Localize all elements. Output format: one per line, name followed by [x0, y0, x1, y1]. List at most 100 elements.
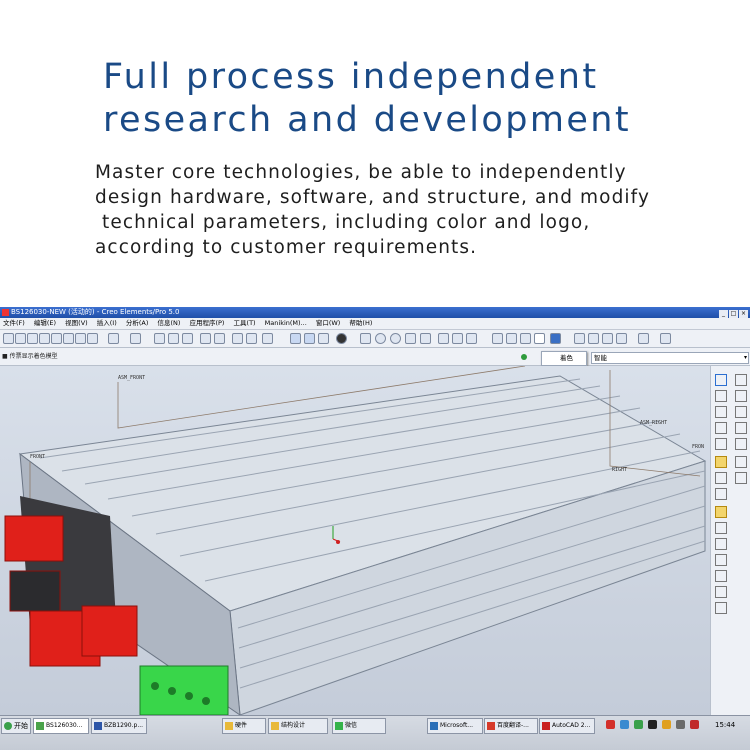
reorient-icon[interactable]	[420, 333, 431, 344]
graphics-viewport[interactable]: ASM_FRONT FRONT RIGHT ASM_RIGHT FRON	[0, 366, 710, 715]
taskbar-item-creo[interactable]: BS126030...	[33, 718, 89, 734]
taskbar-item-wechat[interactable]: 微信	[332, 718, 386, 734]
chamfer-icon[interactable]	[715, 586, 727, 598]
taskbar-item-autocad[interactable]: AutoCAD 2...	[539, 718, 595, 734]
shading-icon[interactable]	[534, 333, 545, 344]
taskbar-item-structure-design[interactable]: 结构设计	[268, 718, 328, 734]
axis-icon[interactable]	[715, 438, 727, 450]
email-icon[interactable]	[51, 333, 62, 344]
tray-update-icon[interactable]	[690, 720, 699, 729]
regenerate-icon[interactable]	[214, 333, 225, 344]
menu-file[interactable]: 文件(F)	[3, 319, 25, 327]
menu-analysis[interactable]: 分析(A)	[126, 319, 149, 327]
csys-display-icon[interactable]	[616, 333, 627, 344]
tray-input-icon[interactable]	[662, 720, 671, 729]
annotation-display-icon[interactable]	[638, 333, 649, 344]
datum-plane-icon[interactable]	[715, 390, 727, 402]
paste-icon[interactable]	[182, 333, 193, 344]
datum-planes-icon[interactable]	[574, 333, 585, 344]
hole-icon[interactable]	[715, 488, 727, 500]
view-manager-icon[interactable]	[466, 333, 477, 344]
refit-icon[interactable]	[405, 333, 416, 344]
package-icon[interactable]	[715, 472, 727, 484]
blend-icon[interactable]	[715, 554, 727, 566]
zoom-out-icon[interactable]	[390, 333, 401, 344]
orient-mode-icon[interactable]	[318, 333, 329, 344]
extrude-icon[interactable]	[715, 506, 727, 518]
layers-icon[interactable]	[452, 333, 463, 344]
datum-point-icon[interactable]	[735, 374, 747, 386]
menu-window[interactable]: 窗口(W)	[316, 319, 341, 327]
menu-tools[interactable]: 工具(T)	[234, 319, 256, 327]
start-button[interactable]: 开始	[1, 718, 31, 734]
menu-applications[interactable]: 应用程序(P)	[189, 319, 224, 327]
create-component-icon[interactable]	[735, 456, 747, 468]
print-preview-icon[interactable]	[63, 333, 74, 344]
point-display-icon[interactable]	[602, 333, 613, 344]
tray-antivirus-icon[interactable]	[606, 720, 615, 729]
select-mode-icon[interactable]	[262, 333, 273, 344]
print-icon[interactable]	[39, 333, 50, 344]
menu-edit[interactable]: 编辑(E)	[34, 319, 56, 327]
save-icon[interactable]	[27, 333, 38, 344]
context-help-icon[interactable]	[660, 333, 671, 344]
tray-volume-icon[interactable]	[676, 720, 685, 729]
datum-axes-icon[interactable]	[588, 333, 599, 344]
display-style-icon[interactable]	[336, 333, 347, 344]
taskbar-item-hardware[interactable]: 硬件	[222, 718, 266, 734]
no-hidden-icon[interactable]	[520, 333, 531, 344]
taskbar-item-baidu-translate[interactable]: 百度翻译-...	[484, 718, 538, 734]
assemble-icon[interactable]	[715, 456, 727, 468]
datum-curve-icon[interactable]	[715, 406, 727, 418]
select-box-icon[interactable]	[246, 333, 257, 344]
window-titlebar[interactable]: BS126030-NEW (活动的) - Creo Elements/Pro 5…	[0, 307, 750, 318]
cut-icon[interactable]	[154, 333, 165, 344]
sketch-icon[interactable]	[715, 422, 727, 434]
paste-special-icon[interactable]	[200, 333, 211, 344]
copy-icon[interactable]	[168, 333, 179, 344]
saved-views-icon[interactable]	[438, 333, 449, 344]
taskbar-clock[interactable]: 15:44	[715, 718, 735, 732]
tray-qq-icon[interactable]	[648, 720, 657, 729]
menu-info[interactable]: 信息(N)	[157, 319, 180, 327]
minimize-button[interactable]: _	[719, 310, 728, 318]
menu-help[interactable]: 帮助(H)	[349, 319, 372, 327]
spin-center-icon[interactable]	[304, 333, 315, 344]
close-button[interactable]: ×	[739, 310, 748, 318]
revolve-icon[interactable]	[715, 522, 727, 534]
round-icon[interactable]	[715, 570, 727, 582]
selection-filter-select[interactable]: 智能 ▾	[591, 352, 749, 364]
hidden-line-icon[interactable]	[506, 333, 517, 344]
link-icon[interactable]	[75, 333, 86, 344]
mirror-icon[interactable]	[735, 472, 747, 484]
taskbar-item-pdf[interactable]: BZB1290.p...	[91, 718, 147, 734]
redo-icon[interactable]	[130, 333, 141, 344]
enhanced-realism-icon[interactable]	[550, 333, 561, 344]
undo-icon[interactable]	[108, 333, 119, 344]
shell-icon[interactable]	[715, 602, 727, 614]
find-icon[interactable]	[232, 333, 243, 344]
repaint-icon[interactable]	[290, 333, 301, 344]
point-icon[interactable]	[735, 438, 747, 450]
open-file-icon[interactable]	[15, 333, 26, 344]
maximize-button[interactable]: □	[729, 310, 738, 318]
model-display-label[interactable]: ■ 传票显示着色模型	[2, 352, 58, 361]
csys-icon[interactable]	[735, 406, 747, 418]
sweep-icon[interactable]	[715, 538, 727, 550]
shading-filter-button[interactable]: 着色	[541, 351, 587, 366]
analysis-icon[interactable]	[735, 422, 747, 434]
tray-wechat-icon[interactable]	[634, 720, 643, 729]
chevron-down-icon[interactable]: ▾	[744, 353, 747, 363]
attach-icon[interactable]	[87, 333, 98, 344]
tray-network-icon[interactable]	[620, 720, 629, 729]
wireframe-icon[interactable]	[492, 333, 503, 344]
new-file-icon[interactable]	[3, 333, 14, 344]
datum-axis-icon[interactable]	[735, 390, 747, 402]
zoom-in-icon[interactable]	[375, 333, 386, 344]
pan-icon[interactable]	[360, 333, 371, 344]
menu-insert[interactable]: 插入(I)	[97, 319, 117, 327]
sketch-curve-icon[interactable]	[715, 374, 727, 386]
menu-manikin[interactable]: Manikin(M)...	[265, 319, 307, 327]
menu-view[interactable]: 视图(V)	[65, 319, 88, 327]
taskbar-item-microsoft[interactable]: Microsoft...	[427, 718, 483, 734]
